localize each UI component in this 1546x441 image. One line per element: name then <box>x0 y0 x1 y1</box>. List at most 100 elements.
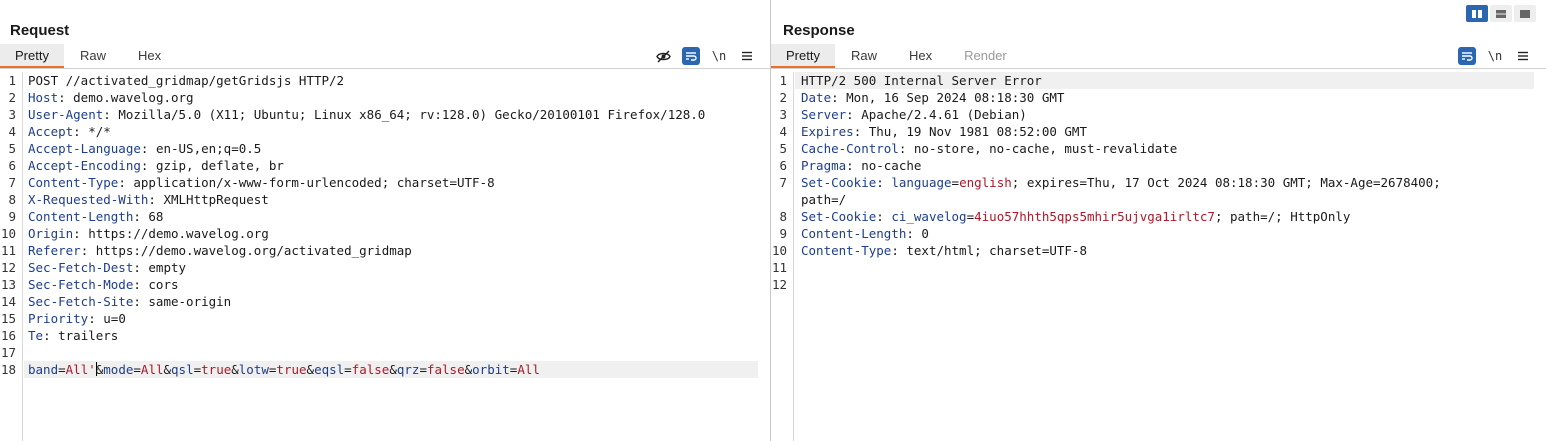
token-text: = <box>193 362 202 377</box>
tab-pretty[interactable]: Pretty <box>0 44 64 68</box>
split-horizontal-icon[interactable] <box>1466 5 1488 22</box>
response-tabs: Pretty Raw Hex Render <box>771 44 1023 68</box>
line-text: Content-Type: text/html; charset=UTF-8 <box>801 242 1087 259</box>
response-editor[interactable]: 1 HTTP/2 500 Internal Server Error 2 Date: … <box>771 72 1546 441</box>
line-number: 3 <box>8 107 16 122</box>
token-name: Content-Length <box>28 209 134 224</box>
token-text: : Mon, 16 Sep 2024 08:18:30 GMT <box>831 90 1065 105</box>
split-vertical-icon[interactable] <box>1490 5 1512 22</box>
line-number: 4 <box>8 124 16 139</box>
token-text: : https://demo.wavelog.org <box>73 226 269 241</box>
token-value: false <box>426 362 465 377</box>
token-name: Sec-Fetch-Dest <box>28 260 134 275</box>
code-line: 16 Te: trailers <box>0 327 770 344</box>
wrap-icon[interactable] <box>682 47 700 65</box>
token-text: = <box>58 362 66 377</box>
code-line: 4 Accept: */* <box>0 123 770 140</box>
token-text: : same-origin <box>133 294 232 309</box>
line-number: 13 <box>0 277 16 292</box>
response-toolbar: \n <box>1458 46 1532 66</box>
token-name: band <box>28 362 59 377</box>
token-name: language <box>891 175 952 190</box>
line-text: band=All'&mode=All&qsl=true&lotw=true&eq… <box>28 361 540 378</box>
token-text: HTTP/2 500 Internal Server Error <box>801 73 1042 88</box>
token-name: lotw <box>238 362 269 377</box>
code-line: 17 <box>0 344 770 361</box>
response-pane: Response Pretty Raw Hex Render \n 1 HTTP/2 5… <box>771 0 1546 441</box>
token-value: true <box>201 362 232 377</box>
token-name: mode <box>103 362 134 377</box>
token-text: : https://demo.wavelog.org/activated_gri… <box>80 243 412 258</box>
code-line: 1 POST //activated_gridmap/getGridsjs HTT… <box>0 72 770 89</box>
token-name: Set-Cookie <box>801 209 877 224</box>
code-line: 7 Content-Type: application/x-www-form-ur… <box>0 174 770 191</box>
line-number: 10 <box>771 243 787 258</box>
token-name: ci_wavelog <box>891 209 967 224</box>
token-text: ; path=/; HttpOnly <box>1214 209 1351 224</box>
line-text: Host: demo.wavelog.org <box>28 89 194 106</box>
token-text: : en-US,en;q=0.5 <box>140 141 262 156</box>
token-text: : XMLHttpRequest <box>148 192 269 207</box>
menu-icon[interactable] <box>1514 47 1532 65</box>
token-name: Date <box>801 90 832 105</box>
eye-slash-icon[interactable] <box>654 47 672 65</box>
token-text: : */* <box>73 124 111 139</box>
code-line: 6 Pragma: no-cache <box>771 157 1546 174</box>
line-number: 5 <box>8 141 16 156</box>
line-number: 12 <box>771 277 787 292</box>
line-text: Expires: Thu, 19 Nov 1981 08:52:00 GMT <box>801 123 1087 140</box>
token-name: Content-Type <box>28 175 119 190</box>
wrap-icon[interactable] <box>1458 47 1476 65</box>
newline-icon[interactable]: \n <box>1486 47 1504 65</box>
token-text: : text/html; charset=UTF-8 <box>891 243 1087 258</box>
response-tab-divider <box>771 68 1546 69</box>
tab-render[interactable]: Render <box>948 44 1023 68</box>
newline-icon[interactable]: \n <box>710 47 728 65</box>
token-name: Te <box>28 328 44 343</box>
request-editor[interactable]: 1 POST //activated_gridmap/getGridsjs HTT… <box>0 72 770 441</box>
line-text: HTTP/2 500 Internal Server Error <box>801 72 1042 89</box>
token-name: Priority <box>28 311 89 326</box>
token-text: : Thu, 19 Nov 1981 08:52:00 GMT <box>853 124 1087 139</box>
line-text: Origin: https://demo.wavelog.org <box>28 225 269 242</box>
line-text: Cache-Control: no-store, no-cache, must-… <box>801 140 1177 157</box>
tab-raw[interactable]: Raw <box>835 44 893 68</box>
code-line: 7 Set-Cookie: language=english; expires=T… <box>771 174 1546 191</box>
token-name: Sec-Fetch-Site <box>28 294 134 309</box>
code-line: 5 Cache-Control: no-store, no-cache, must… <box>771 140 1546 157</box>
token-name: X-Requested-With <box>28 192 149 207</box>
tab-hex[interactable]: Hex <box>893 44 948 68</box>
code-line: 10 Content-Type: text/html; charset=UTF-8 <box>771 242 1546 259</box>
token-name: Content-Length <box>801 226 907 241</box>
token-name: Cache-Control <box>801 141 899 156</box>
token-text: : gzip, deflate, br <box>140 158 284 173</box>
token-name: qsl <box>171 362 194 377</box>
line-number: 8 <box>779 209 787 224</box>
tab-hex[interactable]: Hex <box>122 44 177 68</box>
tabs-layout-icon[interactable] <box>1514 5 1536 22</box>
code-line: 2 Date: Mon, 16 Sep 2024 08:18:30 GMT <box>771 89 1546 106</box>
token-name: Referer <box>28 243 81 258</box>
code-line: 6 Accept-Encoding: gzip, deflate, br <box>0 157 770 174</box>
token-value: true <box>276 362 307 377</box>
menu-icon[interactable] <box>738 47 756 65</box>
line-number: 3 <box>779 107 787 122</box>
code-line: 9 Content-Length: 0 <box>771 225 1546 242</box>
code-line: 10 Origin: https://demo.wavelog.org <box>0 225 770 242</box>
line-text: Sec-Fetch-Dest: empty <box>28 259 186 276</box>
line-text: Te: trailers <box>28 327 118 344</box>
layout-switch <box>1466 5 1536 22</box>
token-text: : u=0 <box>88 311 126 326</box>
token-text: : <box>876 175 892 190</box>
token-text: = <box>951 175 960 190</box>
tab-pretty[interactable]: Pretty <box>771 44 835 68</box>
tab-raw[interactable]: Raw <box>64 44 122 68</box>
request-toolbar: \n <box>654 46 756 66</box>
token-text: : 68 <box>133 209 164 224</box>
token-text: path=/ <box>801 192 847 207</box>
line-text: Sec-Fetch-Site: same-origin <box>28 293 231 310</box>
token-value: All' <box>65 362 96 377</box>
token-name: Host <box>28 90 59 105</box>
code-line: 3 Server: Apache/2.4.61 (Debian) <box>771 106 1546 123</box>
code-line: 1 HTTP/2 500 Internal Server Error <box>779 72 1534 89</box>
